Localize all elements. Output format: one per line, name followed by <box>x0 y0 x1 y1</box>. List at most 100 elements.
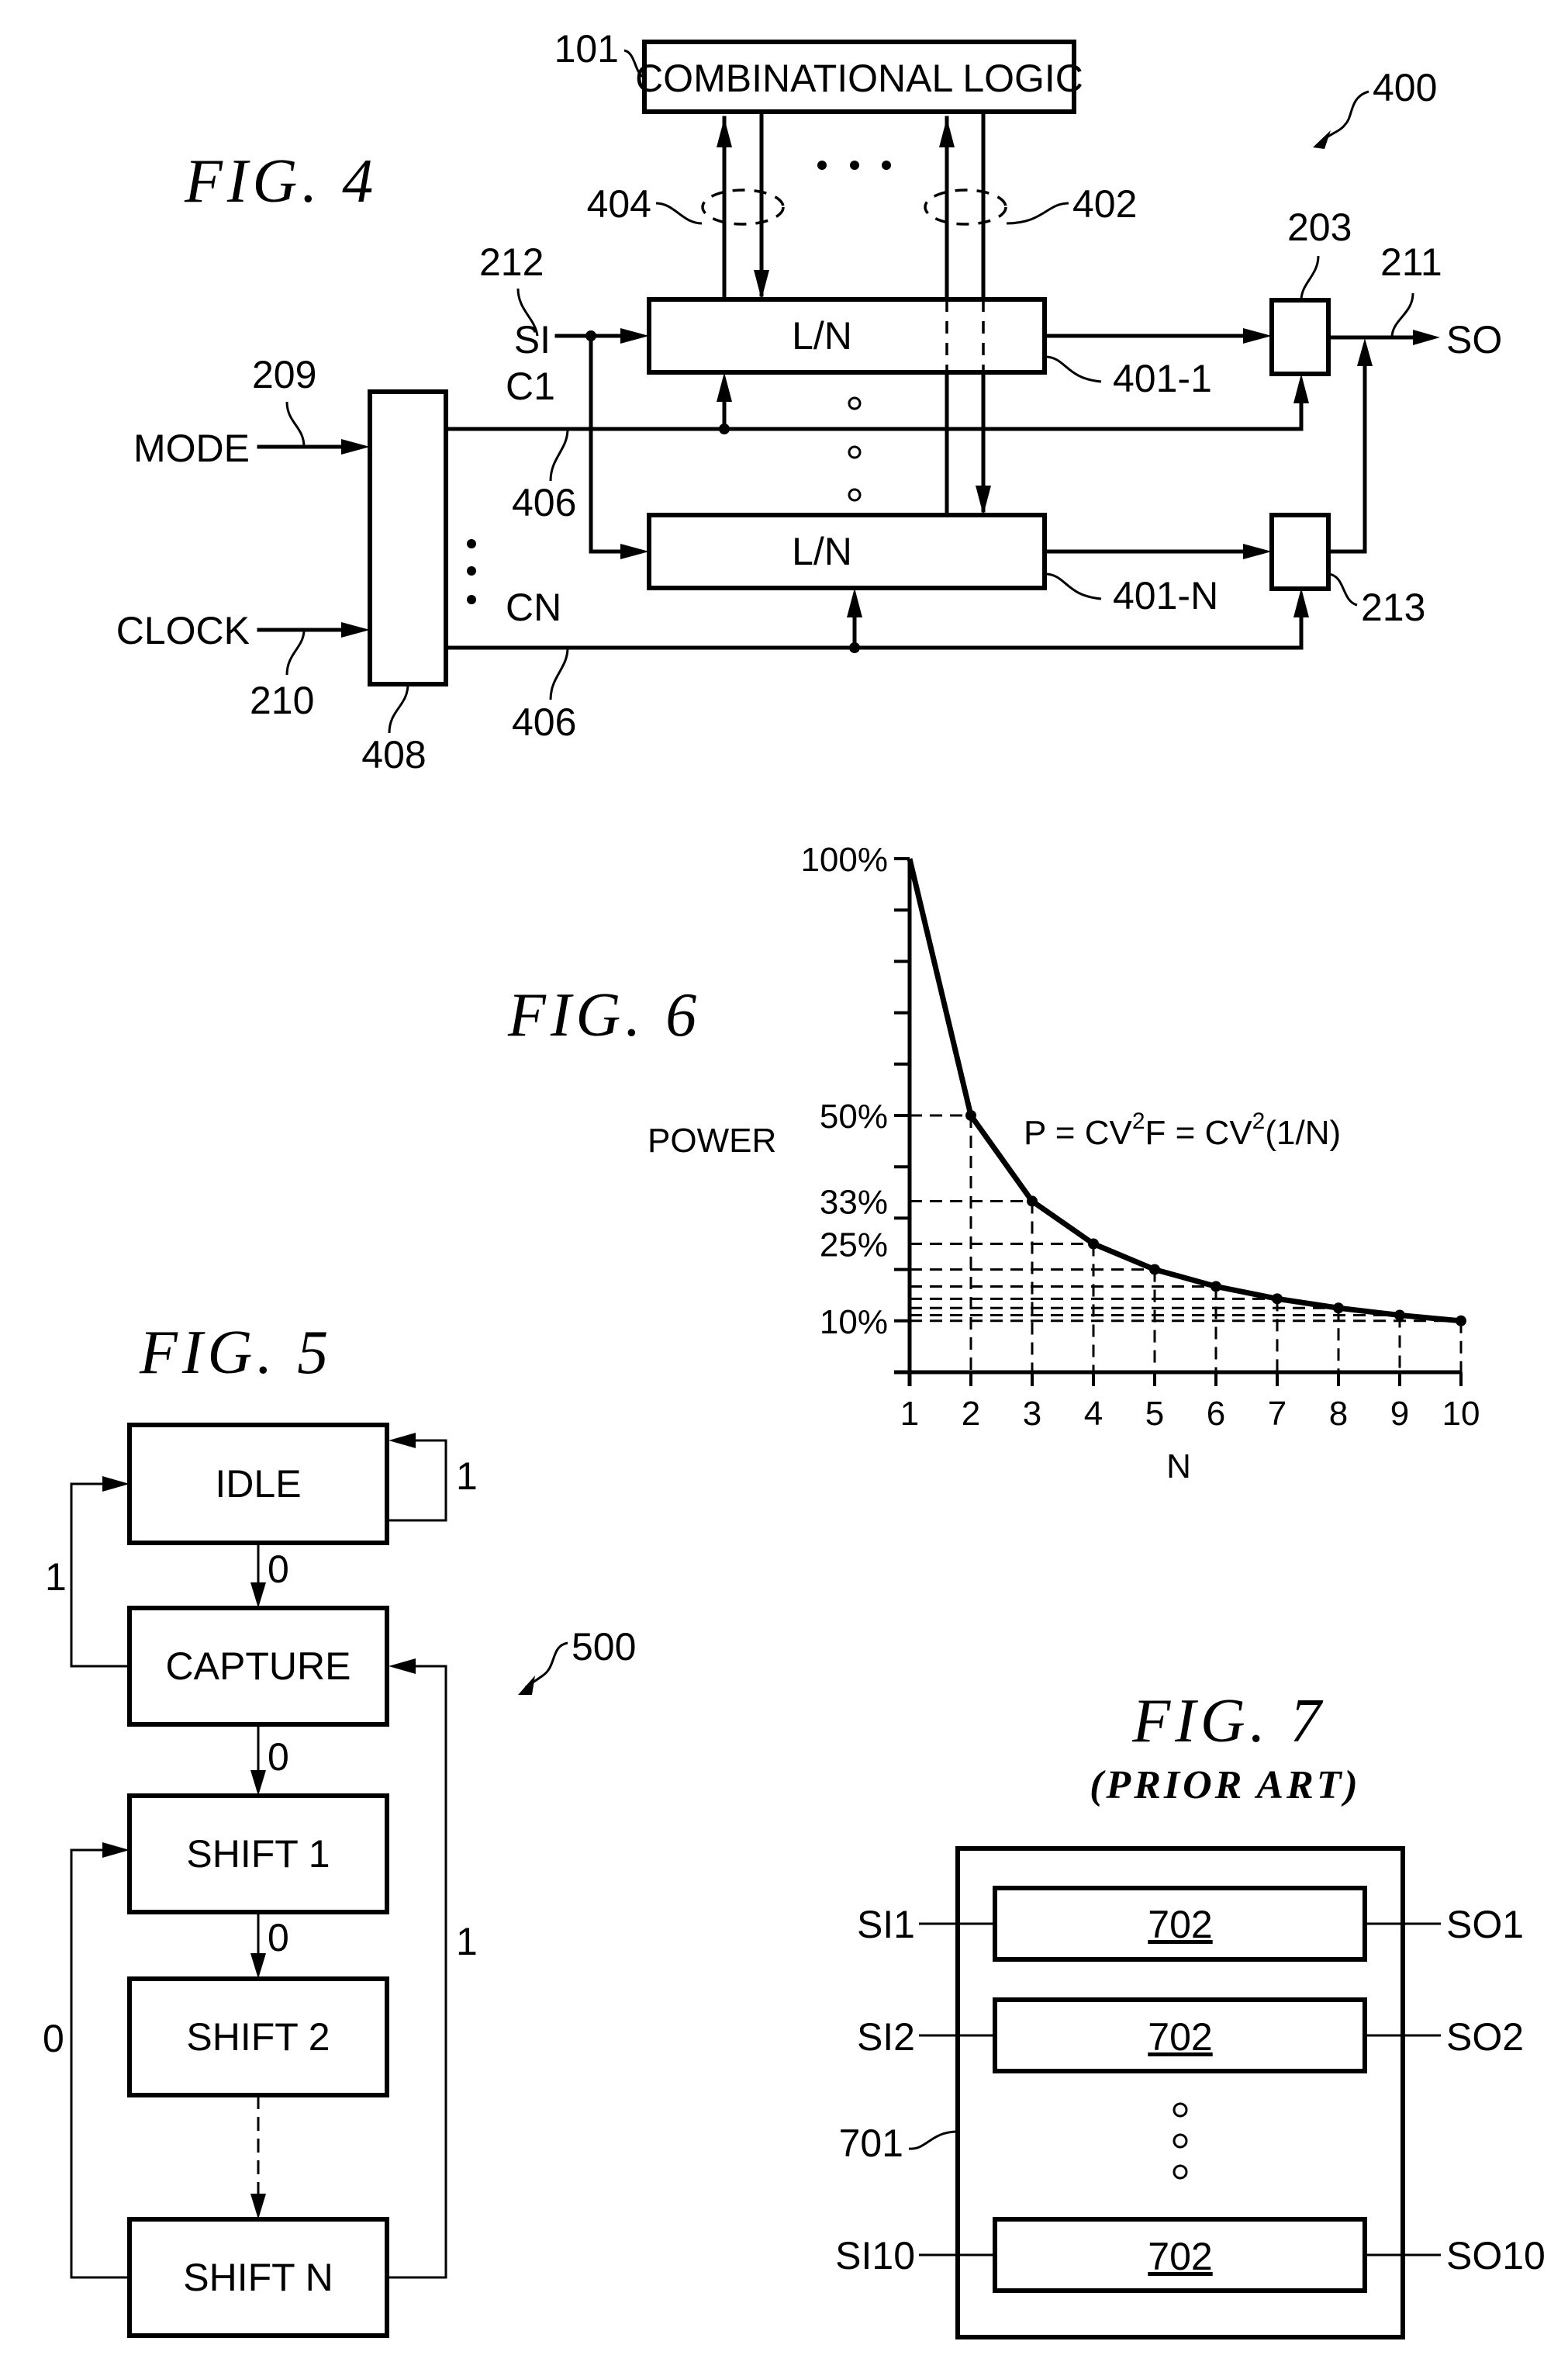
label-shiftn-shift1: 0 <box>43 2017 64 2060</box>
mux213-out-line <box>1326 364 1367 554</box>
label-capture-shift1: 0 <box>268 1735 289 1779</box>
fig4-title: FIG. 4 <box>184 147 378 216</box>
ref-402-leader <box>1006 202 1069 225</box>
arrow-right-icon <box>1413 330 1440 345</box>
ref-400-arrowhead-icon <box>1313 130 1331 149</box>
patent-drawing-sheet: /* arrow marker size tweak */ FIG. 4 400… <box>43 27 1546 2339</box>
si2-label: SI2 <box>857 2015 915 2059</box>
si1-label: SI1 <box>857 1903 915 1946</box>
ref-101: 101 <box>554 27 619 71</box>
arrow-down-icon <box>250 1770 266 1796</box>
state-shift-1-label: SHIFT 1 <box>186 1832 330 1876</box>
bus-group-404 <box>701 188 785 226</box>
si-branch-line <box>589 334 630 554</box>
label-capture-idle: 1 <box>45 1555 67 1599</box>
ref-406-c1: 406 <box>512 481 576 524</box>
x-tick-label: 3 <box>1023 1395 1041 1433</box>
arrow-up-icon <box>1357 338 1373 366</box>
data-point <box>1272 1293 1283 1305</box>
arrow-right-icon <box>1243 544 1272 559</box>
fig6: FIG. 6 POWER 100%50%33%25%10%1 2 3 4 5 6 7 8 9 10… <box>507 841 1480 1485</box>
ref-406-leader <box>549 647 569 700</box>
ref-209: 209 <box>252 353 316 396</box>
fig5: FIG. 5 500 IDLE CAPTURE SHIFT 1 SHIFT 2 … <box>43 1319 636 2338</box>
ref-404: 404 <box>587 182 651 226</box>
arrow-right-icon <box>620 544 649 559</box>
arrow-down-icon <box>250 1582 266 1608</box>
c1-label: C1 <box>506 365 555 408</box>
arrow-up-icon <box>939 118 955 147</box>
x-tick-label: 4 <box>1084 1395 1103 1433</box>
ref-701: 701 <box>839 2122 903 2165</box>
clock-label: CLOCK <box>116 609 250 652</box>
chain-label: L/N <box>792 530 852 573</box>
bus-group-402 <box>924 188 1007 226</box>
ref-408: 408 <box>361 733 426 776</box>
so-label: SO <box>1446 318 1502 361</box>
data-point <box>965 1110 976 1121</box>
idle-self-loop <box>387 1439 447 1522</box>
data-point <box>1333 1302 1344 1314</box>
fig5-title: FIG. 5 <box>139 1319 333 1387</box>
x-tick-label: 5 <box>1145 1395 1164 1433</box>
ref-500: 500 <box>572 1625 636 1669</box>
ref-402: 402 <box>1072 182 1137 226</box>
arrow-up-icon <box>1293 588 1309 617</box>
fig7-title: FIG. 7 <box>1131 1687 1325 1755</box>
formula-sup-2: 2 <box>1252 1108 1266 1134</box>
data-point <box>1088 1238 1099 1250</box>
arrow-up-icon <box>717 118 732 147</box>
label-idle-capture: 0 <box>268 1548 289 1591</box>
x-tick-label: 7 <box>1268 1395 1287 1433</box>
state-shift-n-label: SHIFT N <box>183 2256 333 2299</box>
ref-211-leader <box>1390 292 1414 338</box>
mux-213 <box>1269 513 1331 591</box>
arrow-right-icon <box>102 1476 130 1492</box>
fig4-ref-400: 400 <box>1373 66 1437 109</box>
ref-210: 210 <box>250 679 314 722</box>
bus-ellipsis <box>817 161 891 170</box>
arrow-left-icon <box>389 1433 416 1448</box>
block-label: 702 <box>1148 1903 1212 1946</box>
state-shift-2-label: SHIFT 2 <box>186 2015 330 2059</box>
edge-shiftn-capture <box>387 1665 447 2279</box>
data-point <box>1211 1281 1221 1292</box>
data-point <box>1149 1264 1160 1275</box>
ref-210-leader <box>285 629 306 676</box>
edge-capture-idle <box>70 1482 130 1668</box>
ref-500-arrowhead-icon <box>518 1675 535 1695</box>
label-shift1-shift2: 0 <box>268 1916 289 1959</box>
formula-part-p: P = CV <box>1024 1114 1132 1152</box>
power-series-line <box>907 858 1462 1324</box>
arrow-right-icon <box>341 439 370 455</box>
y-axis-label: POWER <box>648 1122 776 1160</box>
label-shiftn-capture: 1 <box>456 1920 478 1963</box>
y-tick-label: 10% <box>820 1303 888 1341</box>
block-label: 702 <box>1148 2015 1212 2059</box>
mux-203 <box>1269 298 1331 376</box>
combinational-logic-label: COMBINATIONAL LOGIC <box>635 57 1083 100</box>
arrow-down-icon <box>250 1953 266 1979</box>
ref-401-1-leader <box>1046 355 1102 383</box>
arrow-left-icon <box>389 1658 416 1674</box>
x-tick-label: 1 <box>900 1395 919 1433</box>
so10-label: SO10 <box>1446 2234 1546 2277</box>
chain-label: L/N <box>792 314 852 358</box>
edge-shiftn-shift1 <box>70 1848 130 2279</box>
si10-label: SI10 <box>835 2234 915 2277</box>
formula-part-tail: (1/N) <box>1265 1114 1341 1152</box>
controller-408 <box>368 389 448 686</box>
chain-ellipsis <box>848 396 862 502</box>
state-idle-label: IDLE <box>215 1462 301 1506</box>
arrow-right-icon <box>102 1842 130 1858</box>
mode-label: MODE <box>133 427 250 470</box>
formula-sup-1: 2 <box>1132 1108 1145 1134</box>
ref-213-leader <box>1328 572 1358 607</box>
label-idle-self: 1 <box>456 1454 478 1498</box>
ref-406-leader <box>549 428 569 482</box>
so2-label: SO2 <box>1446 2015 1524 2059</box>
x-tick-label: 9 <box>1390 1395 1409 1433</box>
ref-404-leader <box>655 202 703 225</box>
state-capture-label: CAPTURE <box>166 1644 351 1688</box>
fig4: FIG. 4 400 COMBINATIONAL LOGIC 101 404 4… <box>116 27 1503 776</box>
